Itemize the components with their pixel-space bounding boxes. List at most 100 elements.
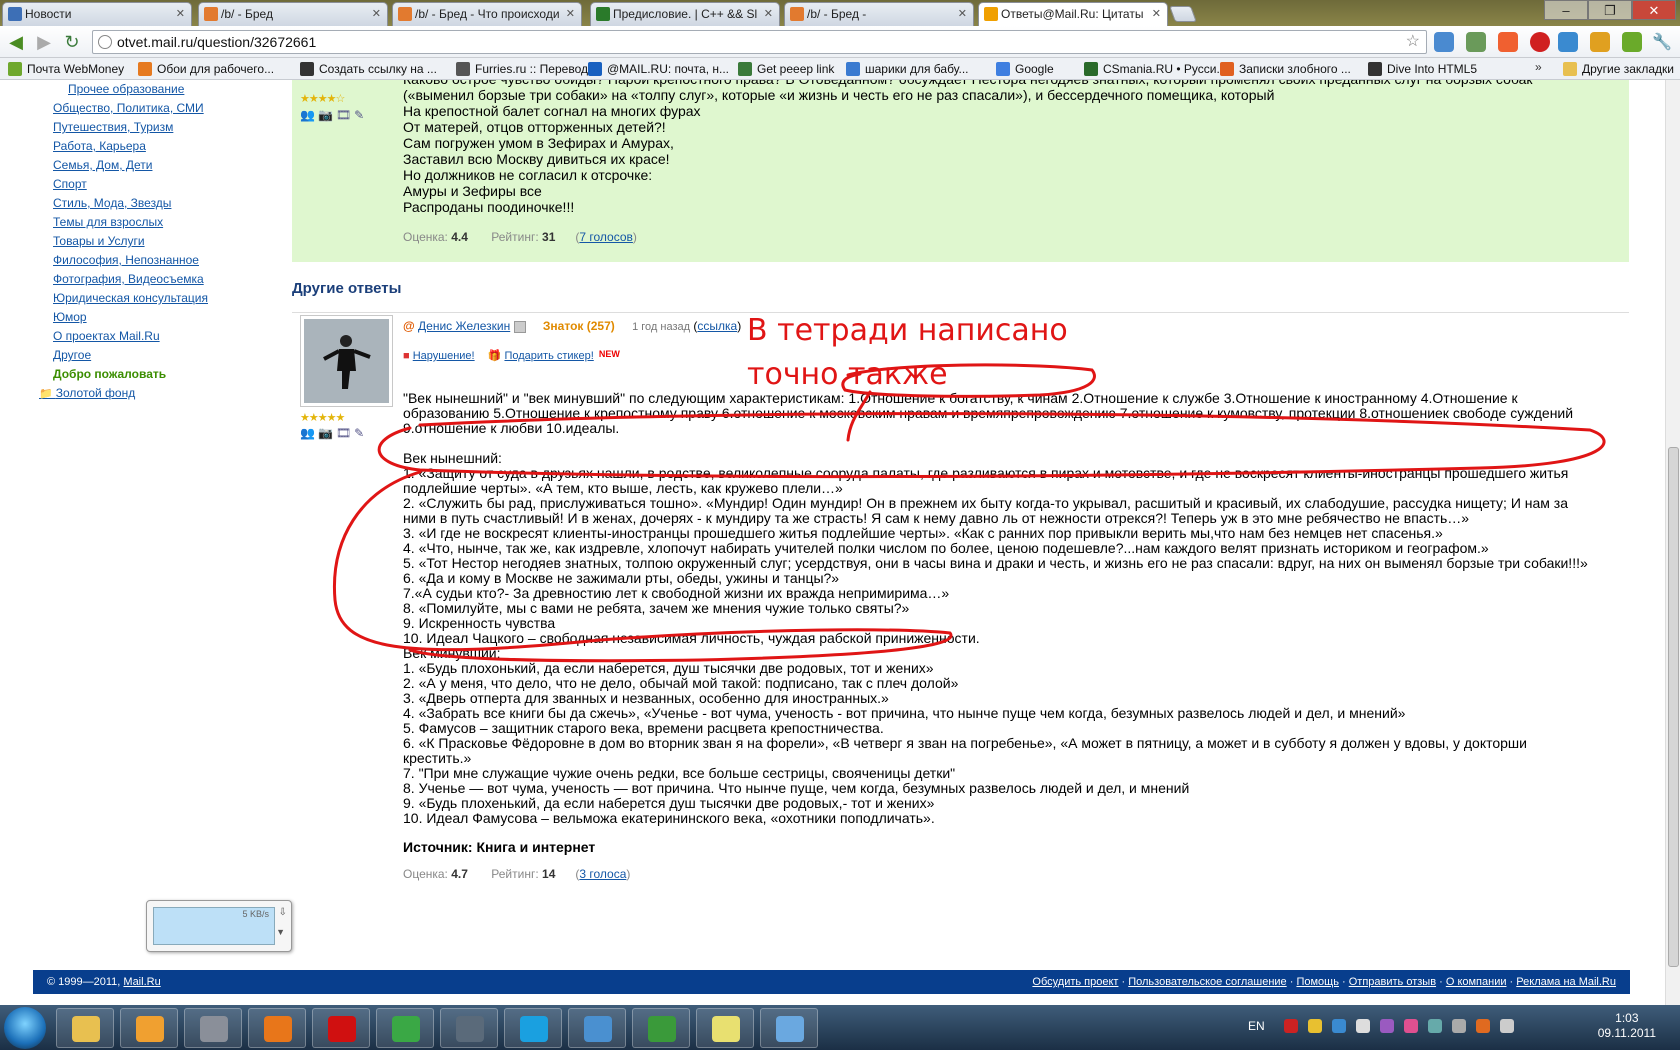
- tray-app-icon[interactable]: [1428, 1019, 1442, 1033]
- bookmark-item[interactable]: Записки злобного ...: [1220, 61, 1351, 77]
- bookmark-item[interactable]: Обои для рабочего...: [138, 61, 274, 77]
- bookmark-item[interactable]: CSmania.RU • Русси...: [1084, 61, 1226, 77]
- chevron-down-icon[interactable]: ▼: [276, 927, 285, 937]
- taskbar-downloads-button[interactable]: [568, 1008, 626, 1048]
- gift-sticker-link[interactable]: Подарить стикер!: [504, 350, 593, 362]
- plus-extension-icon[interactable]: [1498, 32, 1518, 52]
- browser-tab[interactable]: Новости ✕: [2, 2, 192, 26]
- bookmark-item[interactable]: Dive Into HTML5: [1368, 61, 1477, 77]
- tray-app-icon[interactable]: [1284, 1019, 1298, 1033]
- download-extension-icon[interactable]: [1622, 32, 1642, 52]
- footer-link[interactable]: Пользовательское соглашение: [1128, 976, 1286, 988]
- profile-menu-icon[interactable]: [513, 320, 526, 333]
- sidebar-category-link[interactable]: Юмор: [34, 308, 274, 327]
- tab-close-icon[interactable]: ✕: [566, 3, 575, 25]
- bookmark-item[interactable]: @MAIL.RU: почта, н...: [588, 61, 729, 77]
- maximize-button[interactable]: ❐: [1588, 0, 1632, 20]
- tray-app-icon[interactable]: [1404, 1019, 1418, 1033]
- new-tab-button[interactable]: [1169, 6, 1197, 22]
- browser-tab[interactable]: Предисловие. | C++ && Sl ✕: [590, 2, 780, 26]
- tray-drive-icon[interactable]: [1356, 1019, 1370, 1033]
- edit-icon[interactable]: ✎: [354, 426, 367, 440]
- taskbar-skype-button[interactable]: [504, 1008, 562, 1048]
- bookmark-item[interactable]: Google: [996, 61, 1054, 77]
- start-button[interactable]: [4, 1007, 46, 1049]
- sidebar-category-link[interactable]: Спорт: [34, 175, 274, 194]
- bookmark-item[interactable]: Создать ссылку на ...: [300, 61, 437, 77]
- tab-close-icon[interactable]: ✕: [958, 3, 967, 25]
- friends-icon[interactable]: 👥: [300, 426, 318, 440]
- mail-extension-icon[interactable]: [1466, 32, 1486, 52]
- tab-close-icon[interactable]: ✕: [372, 3, 381, 25]
- sidebar-category-link[interactable]: Прочее образование: [34, 80, 274, 99]
- tab-close-icon[interactable]: ✕: [764, 3, 773, 25]
- votes-link[interactable]: 7 голосов: [579, 230, 633, 244]
- edit-icon[interactable]: ✎: [354, 108, 367, 122]
- close-window-button[interactable]: ✕: [1632, 0, 1676, 20]
- reload-button[interactable]: ↻: [60, 30, 84, 54]
- footer-link[interactable]: Помощь: [1296, 976, 1339, 988]
- taskbar-firefox-button[interactable]: [248, 1008, 306, 1048]
- minimize-button[interactable]: –: [1544, 0, 1588, 20]
- sidebar-category-link[interactable]: Фотография, Видеосъемка: [34, 270, 274, 289]
- scrollbar-thumb[interactable]: [1668, 447, 1679, 967]
- photo-icon[interactable]: 📷: [318, 426, 336, 440]
- votes-link[interactable]: 3 голоса: [579, 867, 626, 881]
- sidebar-category-link[interactable]: Общество, Политика, СМИ: [34, 99, 274, 118]
- browser-tab[interactable]: Ответы@Mail.Ru: Цитаты ✕: [978, 2, 1168, 26]
- tray-signal-icon[interactable]: [1452, 1019, 1466, 1033]
- sidebar-category-link[interactable]: Добро пожаловать: [34, 365, 274, 384]
- tab-close-icon[interactable]: ✕: [1152, 3, 1161, 25]
- video-icon[interactable]: 🎞: [336, 108, 354, 122]
- taskbar-game-button[interactable]: [184, 1008, 242, 1048]
- vertical-scrollbar[interactable]: [1665, 80, 1680, 1005]
- avatar[interactable]: [300, 315, 393, 407]
- translate-extension-icon[interactable]: [1434, 32, 1454, 52]
- taskbar-opera-button[interactable]: [312, 1008, 370, 1048]
- back-button[interactable]: ◀: [4, 30, 28, 54]
- sidebar-category-link[interactable]: Другое: [34, 346, 274, 365]
- bookmark-item[interactable]: шарики для бабу...: [846, 61, 968, 77]
- sidebar-category-link[interactable]: Юридическая консультация: [34, 289, 274, 308]
- tray-messenger-icon[interactable]: [1380, 1019, 1394, 1033]
- network-speed-widget[interactable]: 5 KB/s ⇩ ▼: [146, 900, 292, 952]
- extension-icon[interactable]: [1590, 32, 1610, 52]
- clock[interactable]: 1:03 09.11.2011: [1598, 1011, 1656, 1041]
- bookmark-item[interactable]: Другие закладки: [1563, 61, 1674, 77]
- wrench-menu-icon[interactable]: 🔧: [1652, 32, 1672, 52]
- adblock-extension-icon[interactable]: [1530, 32, 1550, 52]
- sidebar-category-link[interactable]: О проектах Mail.Ru: [34, 327, 274, 346]
- tab-close-icon[interactable]: ✕: [176, 3, 185, 25]
- tray-volume-icon[interactable]: [1500, 1019, 1514, 1033]
- sidebar-category-link[interactable]: Темы для взрослых: [34, 213, 274, 232]
- bookmark-item[interactable]: Get peeep link: [738, 61, 834, 77]
- taskbar-utorrent-button[interactable]: [632, 1008, 690, 1048]
- tray-flag-icon[interactable]: [1476, 1019, 1490, 1033]
- sidebar-category-link[interactable]: Философия, Непознанное: [34, 251, 274, 270]
- tray-network-icon[interactable]: [1332, 1019, 1346, 1033]
- footer-link[interactable]: Обсудить проект: [1032, 976, 1118, 988]
- taskbar-steam-button[interactable]: [440, 1008, 498, 1048]
- report-violation-link[interactable]: Нарушение!: [413, 350, 475, 362]
- browser-tab[interactable]: /b/ - Бред - ✕: [784, 2, 974, 26]
- mailru-link[interactable]: Mail.Ru: [123, 976, 160, 988]
- sidebar-category-link[interactable]: Товары и Услуги: [34, 232, 274, 251]
- taskbar-media-player-button[interactable]: [120, 1008, 178, 1048]
- footer-link[interactable]: Реклама на Mail.Ru: [1516, 976, 1616, 988]
- language-indicator[interactable]: EN: [1248, 1019, 1265, 1033]
- arrow-down-icon[interactable]: ⇩: [279, 907, 287, 918]
- photo-icon[interactable]: 📷: [318, 108, 336, 122]
- forward-button[interactable]: ▶: [32, 30, 56, 54]
- vk-extension-icon[interactable]: [1558, 32, 1578, 52]
- browser-tab[interactable]: /b/ - Бред - Что происходи ✕: [392, 2, 582, 26]
- friends-icon[interactable]: 👥: [300, 108, 318, 122]
- taskbar-messenger-button[interactable]: [760, 1008, 818, 1048]
- sidebar-category-link[interactable]: Путешествия, Туризм: [34, 118, 274, 137]
- taskbar-notepad-button[interactable]: [696, 1008, 754, 1048]
- author-name-link[interactable]: Денис Железкин: [418, 319, 510, 333]
- footer-link[interactable]: О компании: [1446, 976, 1507, 988]
- address-bar[interactable]: otvet.mail.ru/question/32672661 ☆: [92, 30, 1427, 54]
- permalink[interactable]: ссылка: [697, 319, 737, 333]
- bookmark-item[interactable]: Почта WebMoney: [8, 61, 124, 77]
- bookmark-star-icon[interactable]: ☆: [1406, 31, 1420, 53]
